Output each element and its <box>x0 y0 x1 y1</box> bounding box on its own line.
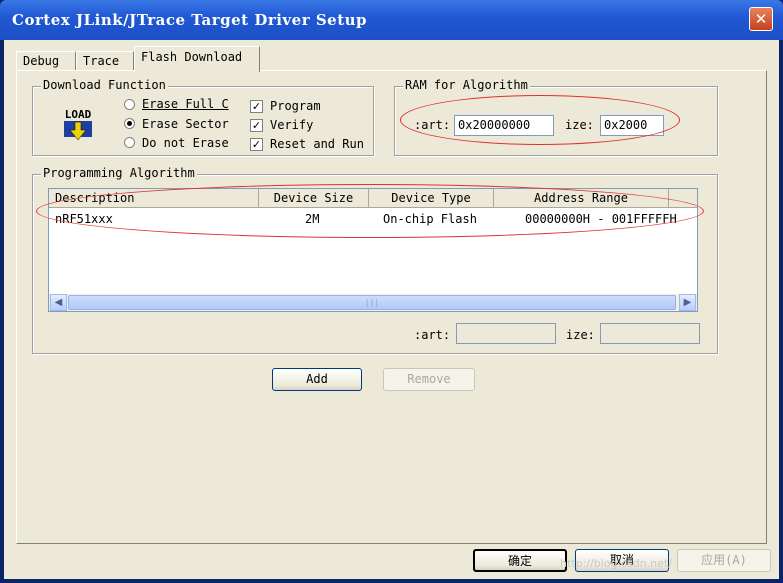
add-button[interactable]: Add <box>272 368 362 391</box>
ram-start-label: :art: <box>414 118 451 132</box>
erase-full-chip-radio[interactable] <box>124 99 135 110</box>
row-size: 2M <box>305 212 320 226</box>
title-bar[interactable]: Cortex JLink/JTrace Target Driver Setup … <box>0 0 783 40</box>
ram-for-algorithm-legend: RAM for Algorithm <box>403 78 530 92</box>
tab-flash-download[interactable]: Flash Download <box>134 46 260 72</box>
tab-trace[interactable]: Trace <box>76 51 134 71</box>
do-not-erase-label: Do not Erase <box>142 136 229 150</box>
svg-text:LOAD: LOAD <box>65 108 92 121</box>
tab-debug[interactable]: Debug <box>16 51 76 71</box>
download-function-legend: Download Function <box>41 78 168 92</box>
reset-and-run-label: Reset and Run <box>270 137 364 151</box>
algorithm-start-input[interactable] <box>456 323 556 344</box>
table-row[interactable]: nRF51xxx 2M On-chip Flash 00000000H - 00… <box>49 209 697 226</box>
row-description: nRF51xxx <box>55 212 113 226</box>
verify-label: Verify <box>270 118 314 132</box>
erase-sector-radio[interactable] <box>124 118 135 129</box>
scroll-thumb[interactable]: ||| <box>68 295 676 310</box>
column-address-range[interactable]: Address Range <box>494 189 669 208</box>
list-header: Description Device Size Device Type Addr… <box>49 189 697 208</box>
erase-full-chip-label: Erase Full C <box>142 97 229 111</box>
column-device-type[interactable]: Device Type <box>369 189 494 208</box>
program-checkbox[interactable]: ✓ <box>250 100 263 113</box>
row-range: 00000000H - 001FFFFFH <box>525 212 677 226</box>
row-type: On-chip Flash <box>383 212 477 226</box>
ok-button[interactable]: 确定 <box>473 549 567 572</box>
column-device-size[interactable]: Device Size <box>259 189 369 208</box>
load-icon: LOAD <box>64 108 92 141</box>
verify-checkbox[interactable]: ✓ <box>250 119 263 132</box>
program-label: Program <box>270 99 321 113</box>
algorithm-list[interactable]: Description Device Size Device Type Addr… <box>48 188 698 312</box>
scroll-right-icon[interactable]: ▶ <box>679 294 696 311</box>
scroll-left-icon[interactable]: ◀ <box>50 294 67 311</box>
watermark: http://blog.csdn.net/ <box>560 557 672 570</box>
ram-size-label: ize: <box>565 118 594 132</box>
algorithm-size-label: ize: <box>566 328 595 342</box>
close-icon[interactable]: ✕ <box>749 7 773 31</box>
algorithm-start-label: :art: <box>414 328 451 342</box>
programming-algorithm-legend: Programming Algorithm <box>41 166 197 180</box>
horizontal-scrollbar[interactable]: ◀ ||| ▶ <box>49 294 697 311</box>
dialog-window: Cortex JLink/JTrace Target Driver Setup … <box>0 0 783 583</box>
algorithm-size-input[interactable] <box>600 323 700 344</box>
ram-size-input[interactable]: 0x2000 <box>600 115 664 136</box>
apply-button[interactable]: 应用(A) <box>677 549 771 572</box>
window-title: Cortex JLink/JTrace Target Driver Setup <box>12 11 368 29</box>
remove-button[interactable]: Remove <box>383 368 475 391</box>
ram-start-input[interactable]: 0x20000000 <box>454 115 554 136</box>
erase-sector-label: Erase Sector <box>142 117 229 131</box>
do-not-erase-radio[interactable] <box>124 137 135 148</box>
reset-and-run-checkbox[interactable]: ✓ <box>250 138 263 151</box>
column-description[interactable]: Description <box>49 189 259 208</box>
